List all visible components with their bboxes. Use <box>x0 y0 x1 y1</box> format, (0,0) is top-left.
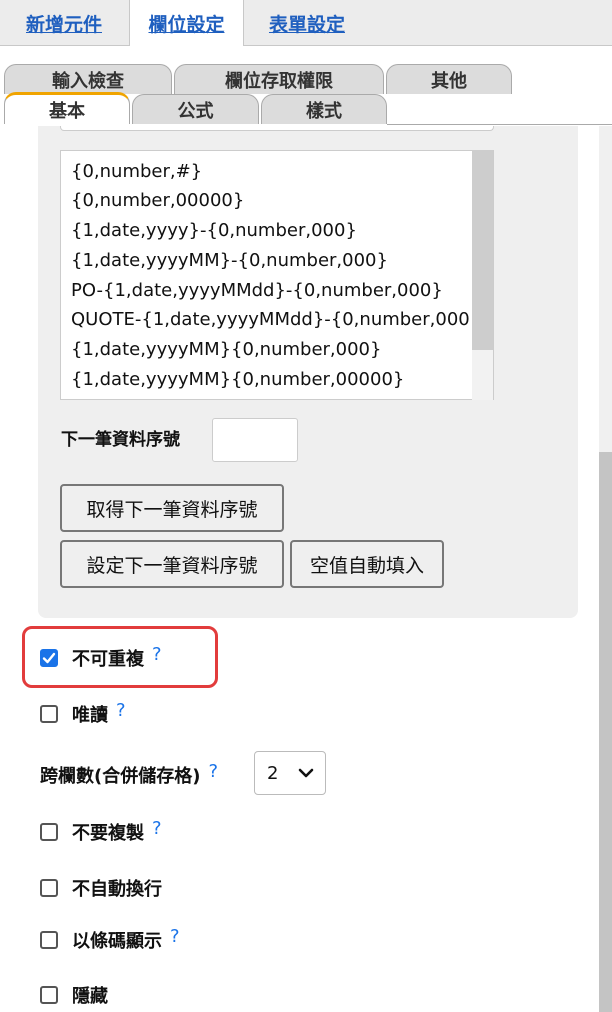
check-icon <box>42 652 56 664</box>
tab-input-validation[interactable]: 輸入檢查 <box>4 64 172 94</box>
option-barcode[interactable]: 以條碼顯示 ? <box>40 925 180 955</box>
no-copy-checkbox[interactable] <box>40 823 58 841</box>
list-item[interactable]: QUOTE-{1,date,yyyyMMdd}-{0,number,000} <box>71 309 481 331</box>
colspan-label: 跨欄數(合併儲存格) <box>40 766 201 787</box>
no-duplicate-label: 不可重複 <box>72 649 144 670</box>
tab-other[interactable]: 其他 <box>386 64 512 94</box>
tab-basic[interactable]: 基本 <box>4 92 130 124</box>
tab-field-access[interactable]: 欄位存取權限 <box>174 64 384 94</box>
help-icon[interactable]: ? <box>152 644 162 665</box>
tab-style[interactable]: 樣式 <box>261 94 387 124</box>
help-icon[interactable]: ? <box>152 818 162 839</box>
list-item[interactable]: {1,date,yyyyMM}-{0,number,000} <box>71 250 388 272</box>
read-only-checkbox[interactable] <box>40 705 58 723</box>
help-icon[interactable]: ? <box>116 700 126 721</box>
next-serial-input[interactable] <box>212 418 298 462</box>
option-no-duplicate[interactable]: 不可重複 ? <box>40 643 162 673</box>
get-next-serial-button[interactable]: 取得下一筆資料序號 <box>60 484 284 532</box>
option-read-only[interactable]: 唯讀 ? <box>40 699 126 729</box>
colspan-row: 跨欄數(合併儲存格) ? <box>40 761 218 788</box>
hidden-checkbox[interactable] <box>40 986 58 1004</box>
no-duplicate-checkbox[interactable] <box>40 649 58 667</box>
option-no-wrap[interactable]: 不自動換行 <box>40 873 162 903</box>
tab-formula[interactable]: 公式 <box>132 94 259 124</box>
colspan-value: 2 <box>267 762 279 784</box>
help-icon[interactable]: ? <box>170 926 180 947</box>
no-wrap-label: 不自動換行 <box>72 879 162 900</box>
colspan-select[interactable]: 2 <box>254 751 326 795</box>
help-icon[interactable]: ? <box>208 761 218 782</box>
tab-form-settings[interactable]: 表單設定 <box>248 0 366 46</box>
format-list[interactable]: {0,number,#} {0,number,00000} {1,date,yy… <box>60 150 494 400</box>
hidden-label: 隱藏 <box>72 986 108 1007</box>
read-only-label: 唯讀 <box>72 705 108 726</box>
next-serial-label: 下一筆資料序號 <box>61 430 180 450</box>
top-tab-bar: 新增元件 欄位設定 表單設定 <box>0 0 612 47</box>
tab-add-component[interactable]: 新增元件 <box>0 0 128 46</box>
list-item[interactable]: {0,number,#} <box>71 161 202 183</box>
option-no-copy[interactable]: 不要複製 ? <box>40 817 162 847</box>
set-next-serial-button[interactable]: 設定下一筆資料序號 <box>60 540 284 588</box>
barcode-checkbox[interactable] <box>40 931 58 949</box>
tab-field-settings[interactable]: 欄位設定 <box>129 0 244 47</box>
no-wrap-checkbox[interactable] <box>40 879 58 897</box>
list-item[interactable]: PO-{1,date,yyyyMMdd}-{0,number,000} <box>71 280 443 302</box>
no-copy-label: 不要複製 <box>72 823 144 844</box>
barcode-label: 以條碼顯示 <box>72 931 162 952</box>
list-item[interactable]: {1,date,yyyy}-{0,number,000} <box>71 220 357 242</box>
chevron-down-icon <box>298 768 314 778</box>
format-list-scrollbar-thumb[interactable] <box>472 150 493 350</box>
list-item[interactable]: {1,date,yyyyMM}{0,number,000} <box>71 339 381 361</box>
page-scrollbar-thumb[interactable] <box>599 452 612 1012</box>
option-hidden[interactable]: 隱藏 <box>40 980 108 1010</box>
tab-baseline <box>387 124 612 125</box>
sub-tab-bar: 輸入檢查 欄位存取權限 其他 公式 樣式 基本 <box>0 46 612 126</box>
list-item[interactable]: {0,number,00000} <box>71 190 244 212</box>
auto-fill-button[interactable]: 空值自動填入 <box>290 540 444 588</box>
format-input-field[interactable] <box>60 126 494 131</box>
list-item[interactable]: {1,date,yyyyMM}{0,number,00000} <box>71 369 404 391</box>
